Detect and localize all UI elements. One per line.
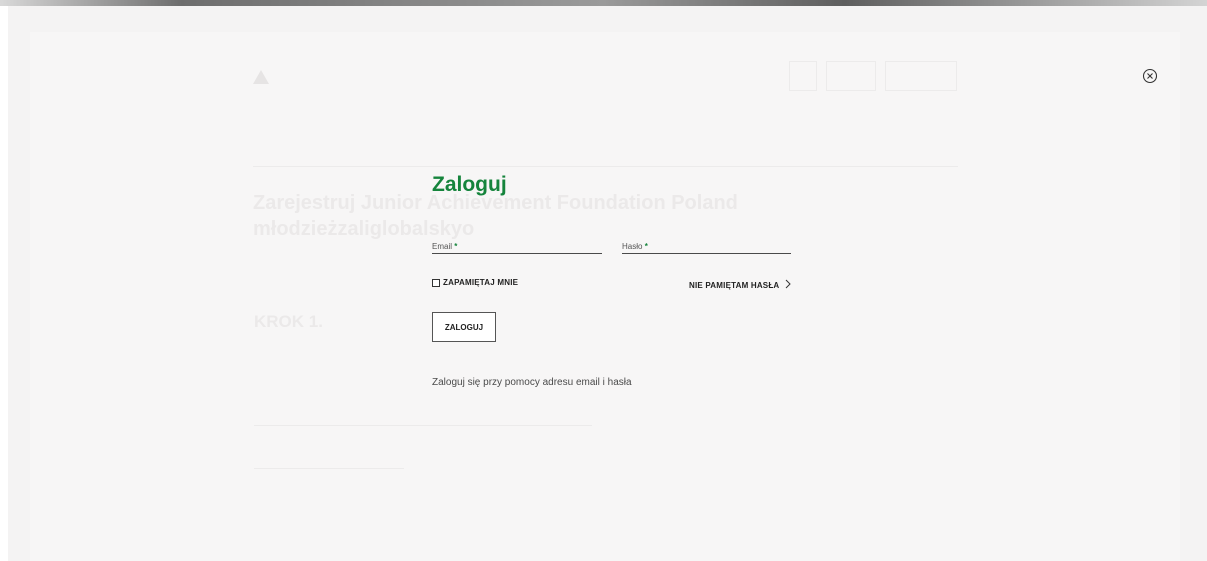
divider (253, 166, 958, 167)
search-icon (789, 61, 817, 91)
site-logo-icon (253, 70, 269, 84)
login-button[interactable]: ZALOGUJ (432, 312, 496, 342)
password-input[interactable] (622, 236, 791, 253)
background-title: Zarejestruj Junior Achievement Foundatio… (253, 192, 738, 240)
email-input[interactable] (432, 236, 602, 253)
bg-button (826, 61, 876, 91)
background-field-line (254, 425, 592, 426)
login-title: Zaloguj (432, 173, 507, 196)
forgot-password-link[interactable]: NIE PAMIĘTAM HASŁA (689, 276, 792, 294)
password-field[interactable]: Hasło * (622, 236, 791, 254)
forgot-password-label: NIE PAMIĘTAM HASŁA (689, 280, 780, 290)
frame-edge (0, 6, 8, 561)
background-step: KROK 1. (254, 312, 323, 331)
modal-overlay (30, 32, 1180, 561)
background-field-line (254, 468, 404, 469)
remember-me-label: ZAPAMIĘTAJ MNIE (443, 278, 519, 287)
bg-button (885, 61, 957, 91)
email-field[interactable]: Email * (432, 236, 602, 254)
chevron-right-icon (785, 276, 792, 294)
checkbox-box[interactable] (432, 278, 440, 287)
close-icon[interactable] (1142, 68, 1158, 84)
login-hint: Zaloguj się przy pomocy adresu email i h… (432, 377, 632, 388)
remember-me-checkbox[interactable]: ZAPAMIĘTAJ MNIE (432, 278, 518, 287)
